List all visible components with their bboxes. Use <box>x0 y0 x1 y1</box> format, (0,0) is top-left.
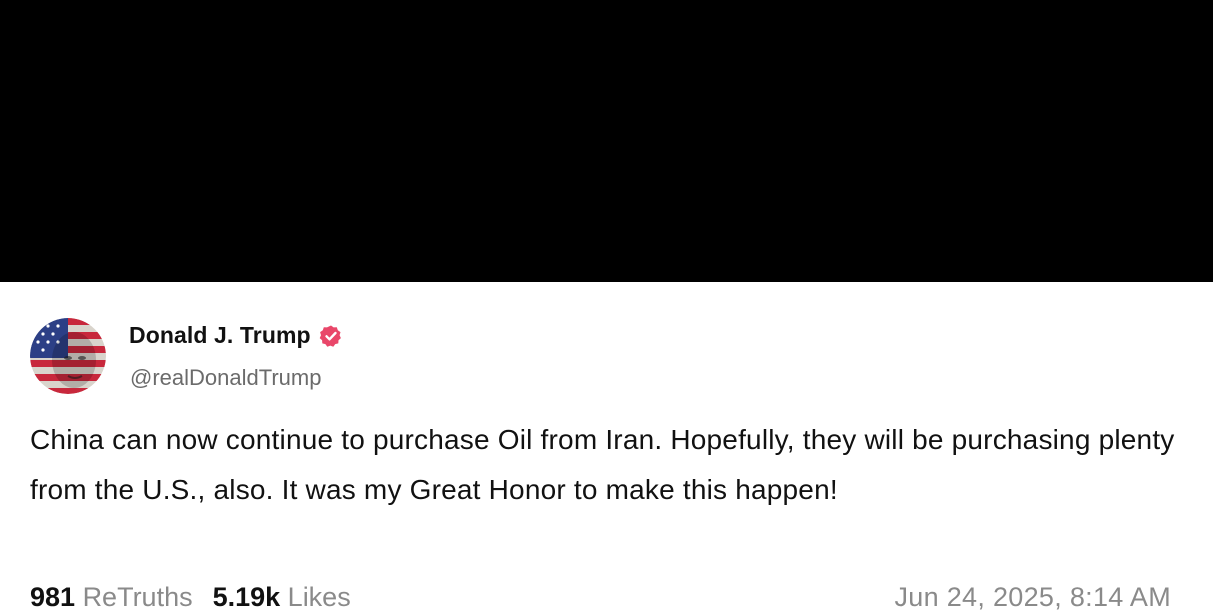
verified-badge-icon <box>319 324 343 348</box>
post-timestamp[interactable]: Jun 24, 2025, 8:14 AM <box>895 582 1172 612</box>
retruths-label: ReTruths <box>82 582 193 612</box>
author-display-name[interactable]: Donald J. Trump <box>129 322 311 349</box>
retruths-count: 981 <box>30 582 83 612</box>
likes-stat[interactable]: 5.19k Likes <box>213 582 351 612</box>
likes-count: 5.19k <box>212 582 288 612</box>
author-name-row: Donald J. Trump <box>129 322 343 349</box>
likes-label: Likes <box>287 582 351 612</box>
post-body-text: China can now continue to purchase Oil f… <box>30 424 1175 505</box>
post-stats: 981 ReTruths 5.19k Likes <box>30 582 351 612</box>
avatar[interactable] <box>30 318 106 394</box>
black-header-band <box>0 0 1213 282</box>
author-handle[interactable]: @realDonaldTrump <box>130 365 321 391</box>
avatar-flag-portrait <box>30 318 106 394</box>
retruths-stat[interactable]: 981 ReTruths <box>30 582 193 612</box>
post-card: Donald J. Trump @realDonaldTrump China c… <box>0 282 1213 612</box>
